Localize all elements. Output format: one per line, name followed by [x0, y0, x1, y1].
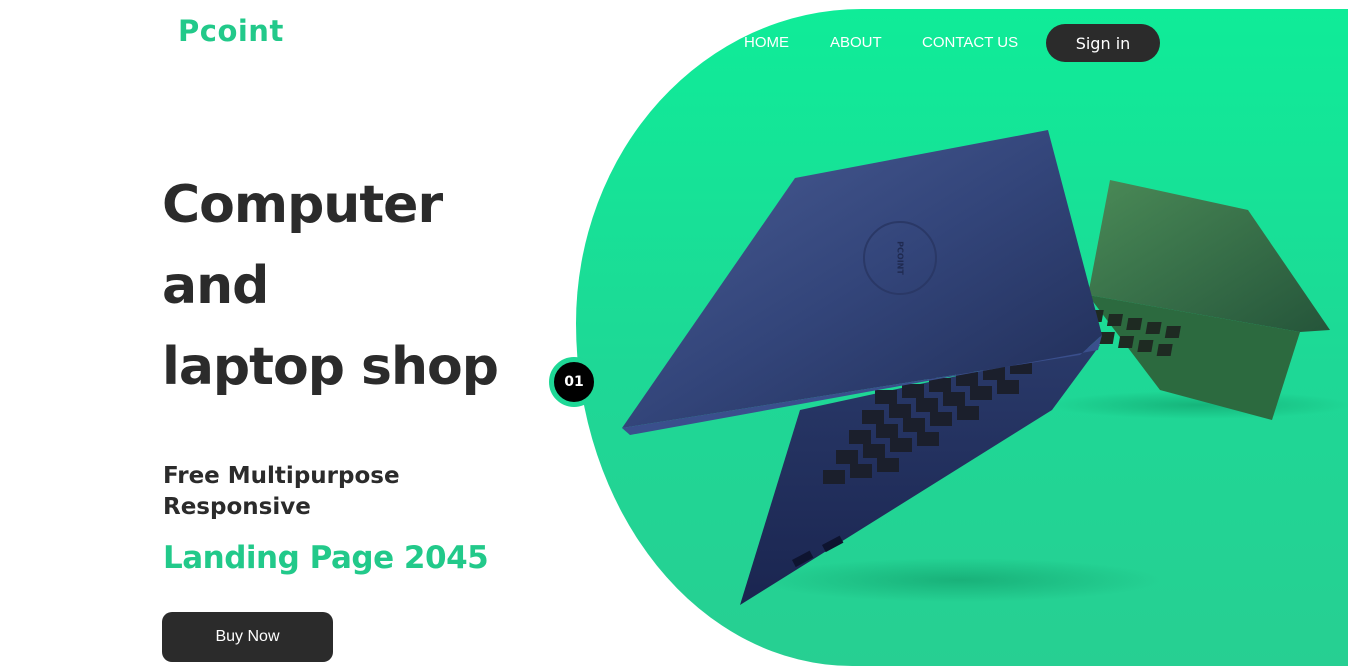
hero-title-line-3: laptop shop [162, 337, 499, 397]
landing-page: Pcoint HOME ABOUT CONTACT US Sign in Com… [0, 0, 1348, 666]
blue-laptop: PCOINT [622, 130, 1102, 605]
hero-subtitle-line-2: Responsive [163, 494, 311, 520]
slide-indicator[interactable]: 01 [549, 357, 599, 407]
hero-title-line-2: and [162, 256, 269, 316]
hero-subtitle-line-1: Free Multipurpose [163, 463, 400, 489]
buy-now-button[interactable]: Buy Now [162, 612, 333, 662]
lid-logo-text: PCOINT [896, 241, 905, 275]
top-navigation: HOME ABOUT CONTACT US Sign in [0, 24, 1348, 62]
hero-highlight-text: Landing Page 2045 [163, 540, 489, 576]
laptops-image: PCOINT [622, 130, 1348, 605]
hero-title-line-1: Computer [162, 175, 443, 235]
nav-contact-link[interactable]: CONTACT US [922, 34, 1018, 51]
hero-subtitle: Free Multipurpose Responsive [163, 461, 400, 523]
nav-home-link[interactable]: HOME [744, 34, 789, 51]
hero-title: Computer and laptop shop [162, 165, 499, 408]
blue-laptop-shadow [760, 558, 1160, 602]
sign-in-button[interactable]: Sign in [1046, 24, 1160, 62]
nav-about-link[interactable]: ABOUT [830, 34, 882, 51]
green-laptop [1087, 180, 1330, 420]
